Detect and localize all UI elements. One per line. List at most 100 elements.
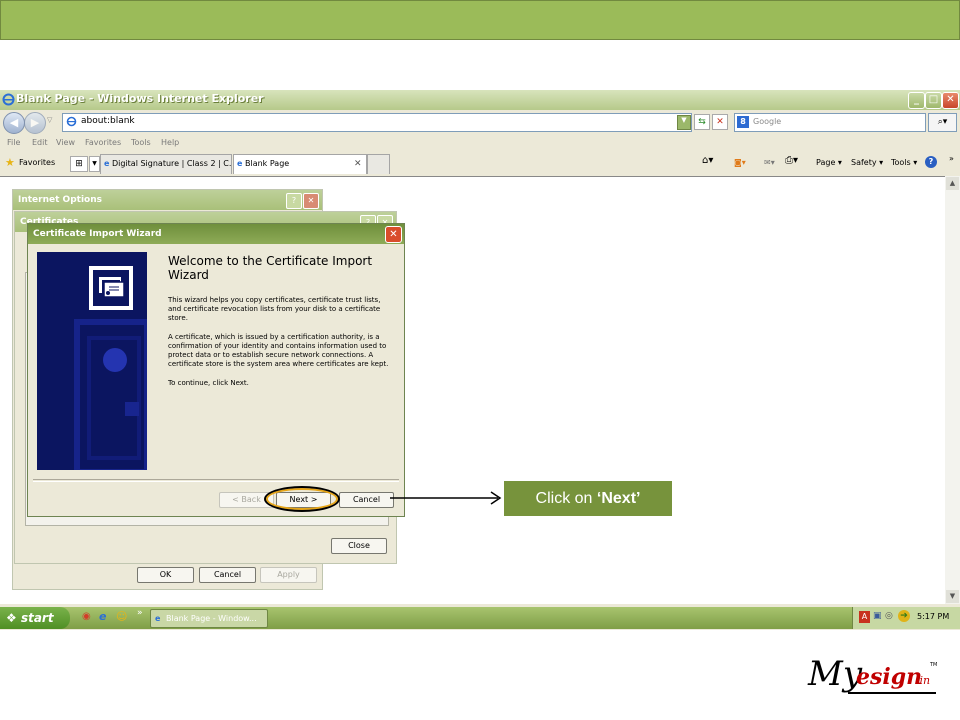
favorites-star-icon: ★ [5,156,15,169]
search-go-icon[interactable]: ⌕▾ [928,113,957,132]
feeds-icon[interactable]: ◙▾ [734,158,746,167]
address-row: ◀ ▶ ▽ about:blank ▼ ⇆ ✕ 8 Google ⌕▾ [0,110,960,136]
tools-menu[interactable]: Tools ▾ [891,158,917,167]
wizard-title: Certificate Import Wizard [33,229,162,239]
scroll-down-icon[interactable]: ▼ [946,590,959,603]
wizard-paragraph: This wizard helps you copy certificates,… [168,296,381,322]
windows-flag-icon: ❖ [6,611,17,625]
google-icon: 8 [737,116,749,128]
logo-trademark: TM [930,662,938,668]
update-icon[interactable]: ➔ [898,610,910,622]
smiley-icon[interactable]: ☺ [116,610,127,623]
menu-tools[interactable]: Tools [131,138,151,147]
myesign-logo: My esign .in TM [808,652,938,704]
slide-header-band [0,0,960,40]
ie-logo-icon: e [155,614,161,623]
start-label: start [20,611,54,625]
wizard-body: Welcome to the Certificate Import Wizard… [168,254,390,388]
quick-tabs-icon[interactable]: ⊞ [70,156,88,172]
search-input[interactable]: 8 Google [734,113,926,132]
apply-button[interactable]: Apply [260,567,317,583]
callout-highlight: ‘Next’ [596,490,641,507]
vertical-scrollbar[interactable]: ▲ ▼ [945,176,960,604]
certificate-import-wizard: Certificate Import Wizard ✕ Welcome to t… [27,223,405,517]
tab-ie-icon: e [237,159,243,168]
wizard-titlebar: Certificate Import Wizard ✕ [28,224,404,244]
ie-logo-icon [2,93,15,106]
address-bar[interactable]: about:blank ▼ [62,113,692,132]
ok-button[interactable]: OK [137,567,194,583]
mail-icon[interactable]: ✉▾ [764,158,775,167]
logo-text-esign: esign [856,664,923,690]
taskbar-item-label: Blank Page - Window... [165,614,257,623]
ie-quicklaunch-icon[interactable]: e [99,610,106,623]
search-placeholder: Google [753,117,782,126]
pdf-icon[interactable]: A [859,611,870,623]
logo-underline [848,692,936,694]
favorites-button[interactable]: Favorites [19,158,55,167]
logo-text-my: My [808,654,863,694]
scroll-up-icon[interactable]: ▲ [946,177,959,190]
security-icon[interactable]: ◎ [885,611,893,621]
internet-options-title: Internet Options [13,190,322,210]
wizard-paragraph: To continue, click Next. [168,379,249,387]
forward-arrow-icon[interactable]: ▶ [24,112,46,134]
recent-pages-chevron-icon[interactable]: ▽ [47,116,52,124]
callout-text: Click on [535,490,597,507]
address-text: about:blank [81,116,135,126]
close-icon[interactable]: ✕ [303,193,319,209]
taskbar: ❖ start ◉ e ☺ » e Blank Page - Window...… [0,607,960,629]
tab-ie-icon: e [104,159,110,168]
close-icon[interactable]: ✕ [385,226,402,243]
back-arrow-icon[interactable]: ◀ [3,112,25,134]
taskbar-item-ie[interactable]: e Blank Page - Window... [150,609,268,628]
wizard-side-graphic [37,252,147,470]
wizard-heading: Welcome to the Certificate Import Wizard [168,254,373,282]
help-icon[interactable]: ? [286,193,302,209]
stop-icon[interactable]: ✕ [712,114,728,130]
print-icon[interactable]: ⎙▾ [785,155,798,166]
tab-digital-signature[interactable]: e Digital Signature | Class 2 | C... [100,154,232,174]
cancel-button[interactable]: Cancel [339,492,394,508]
certificate-icon [37,252,147,470]
page-menu[interactable]: Page ▾ [816,158,842,167]
help-icon[interactable]: ? [925,156,937,168]
system-tray: A ▣ ◎ ➔ 5:17 PM [852,607,960,629]
tab-close-icon[interactable]: ✕ [354,155,362,173]
refresh-icon[interactable]: ⇆ [694,114,710,130]
menu-file[interactable]: File [7,138,20,147]
menu-help[interactable]: Help [161,138,179,147]
clock: 5:17 PM [917,612,950,621]
window-title: Blank Page - Windows Internet Explorer [16,92,264,105]
overflow-chevron-icon[interactable]: » [949,154,954,163]
minimize-button[interactable]: _ [908,92,925,109]
maximize-button[interactable]: □ [925,92,942,109]
ie-titlebar: Blank Page - Windows Internet Explorer _… [0,90,960,110]
chrome-icon[interactable]: ◉ [82,611,91,622]
start-button[interactable]: ❖ start [0,607,70,629]
home-icon[interactable]: ⌂▾ [702,155,713,166]
close-button[interactable]: Close [331,538,387,554]
menu-bar: File Edit View Favorites Tools Help [0,136,960,152]
tab-bar: ★ Favorites ⊞ ▼ e Digital Signature | Cl… [0,152,960,177]
menu-edit[interactable]: Edit [32,138,48,147]
menu-favorites[interactable]: Favorites [85,138,121,147]
wizard-paragraph: A certificate, which is issued by a cert… [168,333,389,368]
new-tab-button[interactable] [367,154,390,174]
address-dropdown-chevron-icon[interactable]: ▼ [677,115,691,130]
quicklaunch-overflow-icon[interactable]: » [137,608,143,618]
tab-list-chevron-icon[interactable]: ▼ [89,156,100,172]
tab-label: Blank Page [244,159,290,168]
next-highlight-ring [264,486,340,512]
menu-view[interactable]: View [56,138,75,147]
tab-blank-page[interactable]: e Blank Page ✕ [233,154,367,174]
wizard-separator [33,479,399,482]
logo-suffix: .in [916,674,931,687]
safety-menu[interactable]: Safety ▾ [851,158,883,167]
network-icon[interactable]: ▣ [873,611,882,621]
tab-label: Digital Signature | Class 2 | C... [111,159,232,168]
instruction-callout: Click on ‘Next’ [504,481,672,516]
callout-arrow-icon [390,491,502,505]
cancel-button[interactable]: Cancel [199,567,256,583]
close-window-button[interactable]: ✕ [942,92,959,109]
